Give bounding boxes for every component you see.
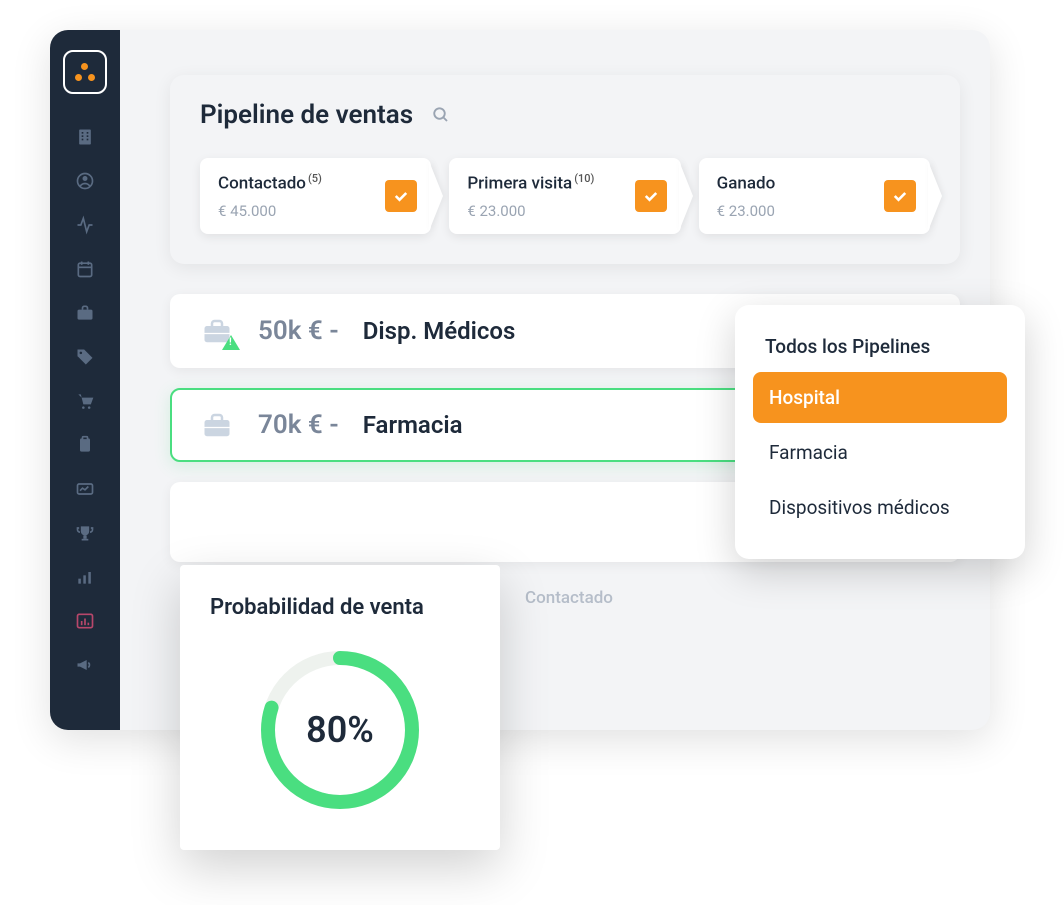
stage-won[interactable]: Ganado € 23.000 — [699, 158, 930, 234]
nav-clipboard-icon[interactable] — [74, 434, 96, 456]
deal-name: Disp. Médicos — [363, 317, 563, 345]
dropdown-title: Todos los Pipelines — [753, 327, 1007, 372]
stage-contacted[interactable]: Contactado(5) € 45.000 — [200, 158, 431, 234]
briefcase-icon — [200, 316, 234, 346]
dropdown-item-farmacia[interactable]: Farmacia — [753, 427, 1007, 478]
check-icon — [884, 180, 916, 212]
dropdown-item-hospital[interactable]: Hospital — [753, 372, 1007, 423]
nav-calendar-icon[interactable] — [74, 258, 96, 280]
check-icon — [385, 180, 417, 212]
nav-analytics-icon[interactable] — [74, 610, 96, 632]
stage-first-visit[interactable]: Primera visita(10) € 23.000 — [449, 158, 680, 234]
nav-cart-icon[interactable] — [74, 390, 96, 412]
probability-card: Probabilidad de venta 80% — [180, 565, 500, 850]
nav-chart-icon[interactable] — [74, 478, 96, 500]
probability-ring-large: 80% — [255, 645, 425, 815]
deal-stage-label: Contactado — [525, 588, 613, 608]
nav-user-icon[interactable] — [74, 170, 96, 192]
nav-activity-icon[interactable] — [74, 214, 96, 236]
nav-tag-icon[interactable] — [74, 346, 96, 368]
deal-name: Farmacia — [363, 411, 563, 439]
pipeline-title: Pipeline de ventas — [200, 100, 413, 130]
stage-amount: € 23.000 — [467, 202, 630, 220]
stage-amount: € 23.000 — [717, 202, 880, 220]
logo[interactable] — [63, 50, 107, 94]
warning-icon — [222, 335, 240, 350]
stage-count: (5) — [308, 172, 322, 185]
dropdown-item-dispositivos[interactable]: Dispositivos médicos — [753, 482, 1007, 533]
nav-trophy-icon[interactable] — [74, 522, 96, 544]
stage-count: (10) — [574, 172, 594, 185]
deal-amount: 70k € - — [258, 410, 339, 440]
pipeline-dropdown: Todos los Pipelines Hospital Farmacia Di… — [735, 305, 1025, 559]
nav-bars-icon[interactable] — [74, 566, 96, 588]
check-icon — [635, 180, 667, 212]
stage-amount: € 45.000 — [218, 202, 381, 220]
probability-percent: 80% — [255, 645, 425, 815]
sidebar — [50, 30, 120, 730]
stage-label: Contactado — [218, 174, 306, 194]
probability-title: Probabilidad de venta — [210, 595, 470, 620]
nav-megaphone-icon[interactable] — [74, 654, 96, 676]
stage-label: Primera visita — [467, 174, 572, 194]
nav-briefcase-icon[interactable] — [74, 302, 96, 324]
stage-label: Ganado — [717, 174, 776, 194]
briefcase-icon — [200, 410, 234, 440]
deal-amount: 50k € - — [258, 316, 339, 346]
pipeline-panel: Pipeline de ventas Contactado(5) € 45.00… — [170, 75, 960, 264]
search-icon[interactable] — [427, 101, 455, 129]
nav-building-icon[interactable] — [74, 126, 96, 148]
